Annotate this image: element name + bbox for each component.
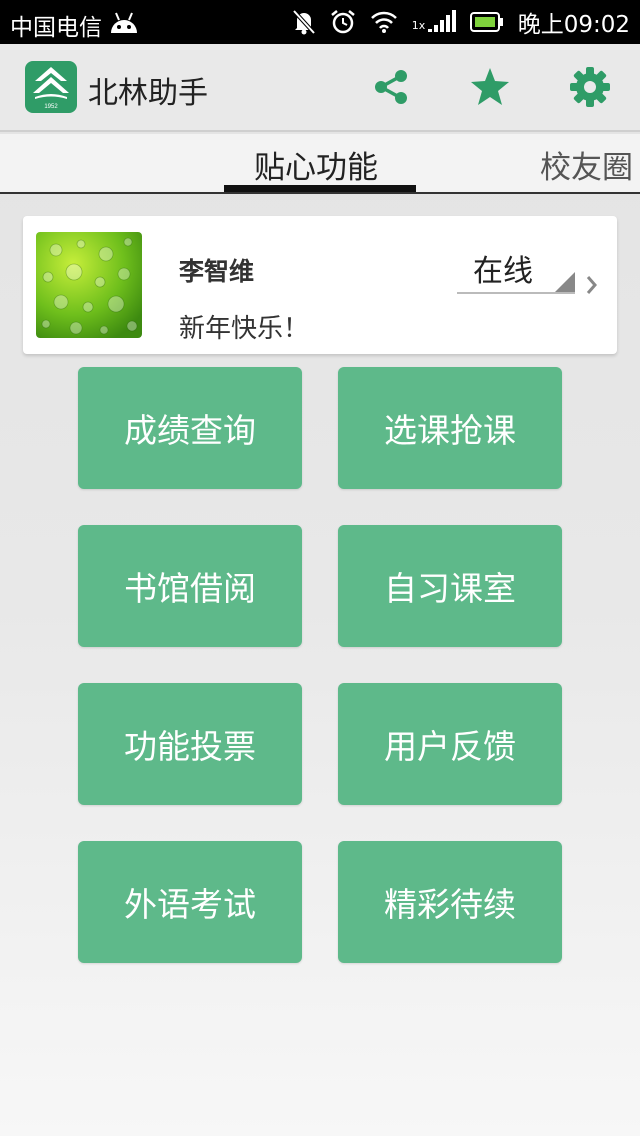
tab-alumni-circle[interactable]: 校友圈 — [540, 142, 633, 187]
logo-year: 1952 — [44, 104, 58, 110]
language-exam-button[interactable]: 外语考试 — [78, 841, 302, 963]
carrier-label: 中国电信 — [10, 15, 102, 41]
dropdown-triangle-icon — [555, 272, 575, 292]
avatar[interactable] — [36, 232, 142, 338]
user-name: 李智维 — [179, 257, 255, 286]
app-logo: 1952 — [25, 61, 77, 113]
gear-icon — [570, 67, 610, 107]
profile-card[interactable]: 李智维 新年快乐！ 在线 — [23, 216, 617, 354]
clock: 晚上09:02 — [517, 12, 630, 38]
online-status-value: 在线 — [473, 254, 533, 289]
settings-button[interactable] — [567, 64, 613, 110]
tab-bar: 贴心功能 校友圈 — [0, 134, 640, 194]
grade-query-button[interactable]: 成绩查询 — [78, 367, 302, 489]
muted-bell-icon — [292, 9, 316, 35]
action-bar: 1952 北林助手 — [0, 44, 640, 132]
tab-indicator — [224, 185, 416, 192]
chevron-right-icon[interactable] — [585, 274, 599, 296]
app-title: 北林助手 — [88, 76, 208, 111]
wifi-icon — [370, 11, 397, 33]
signal-icon: 1x — [412, 9, 456, 35]
library-borrowing-button[interactable]: 书馆借阅 — [78, 525, 302, 647]
study-room-button[interactable]: 自习课室 — [338, 525, 562, 647]
status-bar: 中国电信 1x 晚上09:02 — [0, 0, 640, 44]
user-feedback-button[interactable]: 用户反馈 — [338, 683, 562, 805]
share-button[interactable] — [368, 64, 414, 110]
battery-icon — [469, 12, 503, 32]
star-icon — [471, 68, 509, 105]
online-status-select[interactable]: 在线 — [457, 246, 575, 294]
feature-vote-button[interactable]: 功能投票 — [78, 683, 302, 805]
course-selection-button[interactable]: 选课抢课 — [338, 367, 562, 489]
tab-caring-functions[interactable]: 贴心功能 — [254, 142, 378, 187]
android-icon — [111, 12, 137, 33]
alarm-icon — [330, 10, 355, 34]
favorite-button[interactable] — [467, 64, 513, 110]
coming-soon-button[interactable]: 精彩待续 — [338, 841, 562, 963]
share-icon — [375, 70, 407, 104]
user-status-message[interactable]: 新年快乐！ — [179, 308, 309, 345]
